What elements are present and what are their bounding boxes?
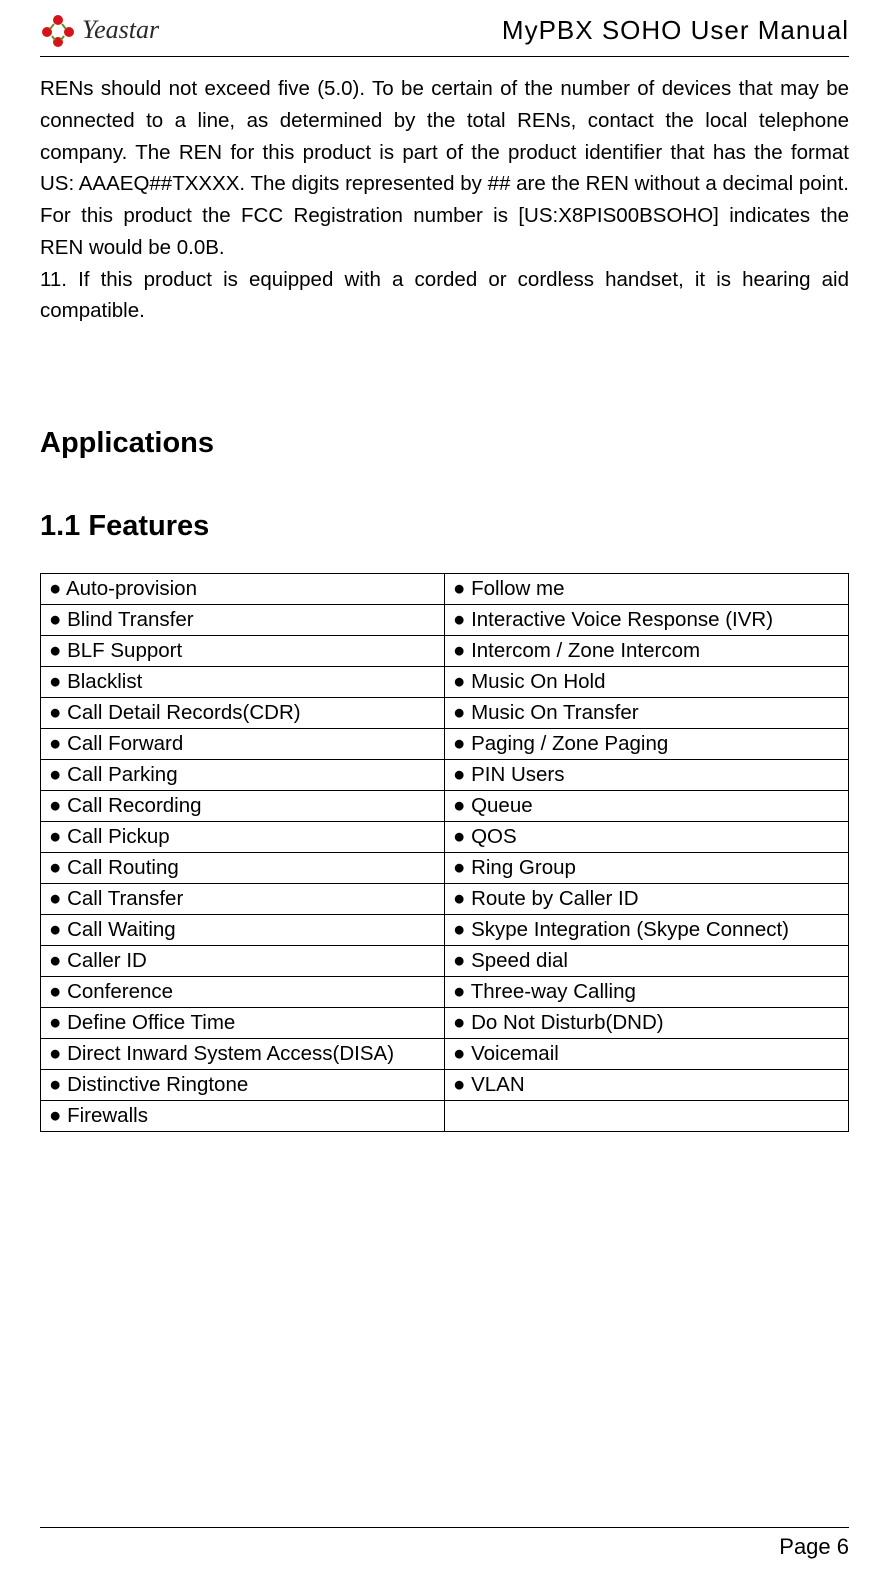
logo-text: Yeastar xyxy=(82,15,159,45)
table-row: ● Call Forward● Paging / Zone Paging xyxy=(41,729,849,760)
feature-cell-left: ● Firewalls xyxy=(41,1101,445,1132)
feature-cell-left: ● Blacklist xyxy=(41,667,445,698)
feature-cell-right xyxy=(445,1101,849,1132)
feature-cell-right: ● Speed dial xyxy=(445,946,849,977)
table-row: ● Auto-provision● Follow me xyxy=(41,574,849,605)
feature-cell-right: ● Music On Transfer xyxy=(445,698,849,729)
table-row: ● BLF Support● Intercom / Zone Intercom xyxy=(41,636,849,667)
feature-cell-right: ● Voicemail xyxy=(445,1039,849,1070)
feature-cell-left: ● Call Transfer xyxy=(41,884,445,915)
page-header: Yeastar MyPBX SOHO User Manual xyxy=(40,0,849,57)
feature-cell-right: ● Do Not Disturb(DND) xyxy=(445,1008,849,1039)
yeastar-logo-icon xyxy=(40,12,76,48)
heading-applications: Applications xyxy=(40,427,849,460)
table-row: ● Caller ID● Speed dial xyxy=(41,946,849,977)
feature-cell-right: ● Music On Hold xyxy=(445,667,849,698)
feature-cell-right: ● Three-way Calling xyxy=(445,977,849,1008)
table-row: ● Call Recording● Queue xyxy=(41,791,849,822)
feature-cell-right: ● Route by Caller ID xyxy=(445,884,849,915)
features-table: ● Auto-provision● Follow me● Blind Trans… xyxy=(40,573,849,1132)
feature-cell-left: ● Call Forward xyxy=(41,729,445,760)
feature-cell-left: ● Auto-provision xyxy=(41,574,445,605)
paragraph-ren: RENs should not exceed five (5.0). To be… xyxy=(40,73,849,264)
page-footer: Page 6 xyxy=(40,1527,849,1560)
feature-cell-left: ● Blind Transfer xyxy=(41,605,445,636)
table-row: ● Firewalls xyxy=(41,1101,849,1132)
table-row: ● Direct Inward System Access(DISA)● Voi… xyxy=(41,1039,849,1070)
paragraph-hearing-aid: 11. If this product is equipped with a c… xyxy=(40,264,849,328)
page-number: Page 6 xyxy=(40,1534,849,1560)
feature-cell-right: ● VLAN xyxy=(445,1070,849,1101)
table-row: ● Blacklist● Music On Hold xyxy=(41,667,849,698)
feature-cell-right: ● Queue xyxy=(445,791,849,822)
feature-cell-left: ● Call Routing xyxy=(41,853,445,884)
feature-cell-right: ● Paging / Zone Paging xyxy=(445,729,849,760)
table-row: ● Call Waiting● Skype Integration (Skype… xyxy=(41,915,849,946)
feature-cell-right: ● Ring Group xyxy=(445,853,849,884)
heading-features: 1.1 Features xyxy=(40,510,849,543)
feature-cell-left: ● Caller ID xyxy=(41,946,445,977)
feature-cell-left: ● Call Detail Records(CDR) xyxy=(41,698,445,729)
feature-cell-left: ● Direct Inward System Access(DISA) xyxy=(41,1039,445,1070)
table-row: ● Conference● Three-way Calling xyxy=(41,977,849,1008)
feature-cell-right: ● Interactive Voice Response (IVR) xyxy=(445,605,849,636)
feature-cell-left: ● Call Parking xyxy=(41,760,445,791)
feature-cell-right: ● Follow me xyxy=(445,574,849,605)
feature-cell-left: ● Call Pickup xyxy=(41,822,445,853)
feature-cell-left: ● Conference xyxy=(41,977,445,1008)
table-row: ● Call Transfer● Route by Caller ID xyxy=(41,884,849,915)
logo: Yeastar xyxy=(40,12,159,48)
feature-cell-right: ● Intercom / Zone Intercom xyxy=(445,636,849,667)
table-row: ● Distinctive Ringtone● VLAN xyxy=(41,1070,849,1101)
page-title: MyPBX SOHO User Manual xyxy=(502,15,849,46)
table-row: ● Call Routing● Ring Group xyxy=(41,853,849,884)
feature-cell-left: ● Distinctive Ringtone xyxy=(41,1070,445,1101)
table-row: ● Define Office Time● Do Not Disturb(DND… xyxy=(41,1008,849,1039)
feature-cell-right: ● Skype Integration (Skype Connect) xyxy=(445,915,849,946)
feature-cell-left: ● BLF Support xyxy=(41,636,445,667)
table-row: ● Call Parking● PIN Users xyxy=(41,760,849,791)
feature-cell-right: ● PIN Users xyxy=(445,760,849,791)
feature-cell-left: ● Call Waiting xyxy=(41,915,445,946)
table-row: ● Call Pickup● QOS xyxy=(41,822,849,853)
table-row: ● Blind Transfer● Interactive Voice Resp… xyxy=(41,605,849,636)
footer-divider xyxy=(40,1527,849,1528)
feature-cell-right: ● QOS xyxy=(445,822,849,853)
feature-cell-left: ● Call Recording xyxy=(41,791,445,822)
feature-cell-left: ● Define Office Time xyxy=(41,1008,445,1039)
table-row: ● Call Detail Records(CDR)● Music On Tra… xyxy=(41,698,849,729)
